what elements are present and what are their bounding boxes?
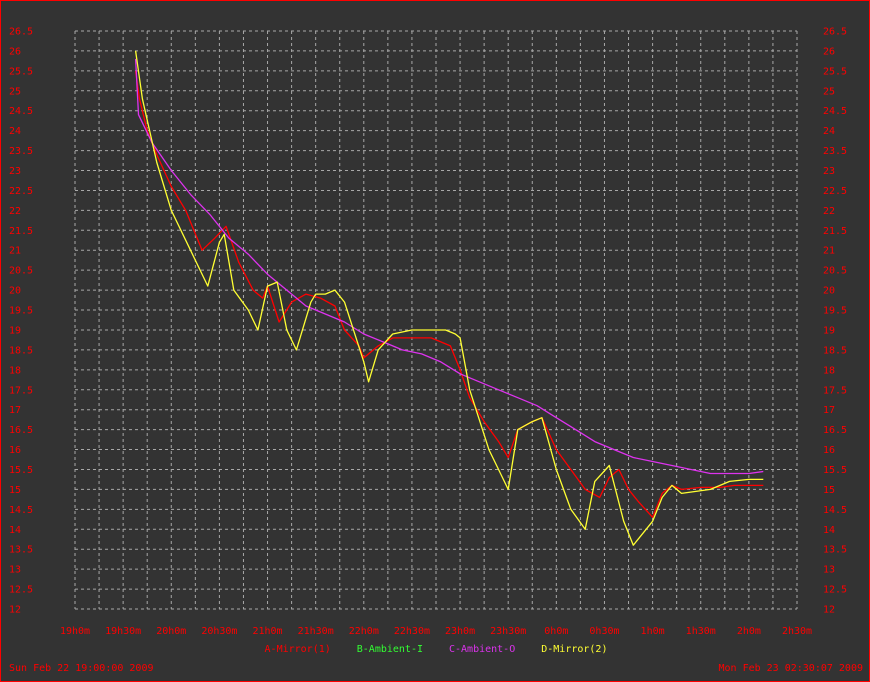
x-tick-label: 19h30m (105, 626, 141, 637)
legend: A-Mirror(1) B-Ambient-I C-Ambient-O D-Mirro… (1, 644, 869, 655)
y-tick-label-left: 22 (9, 206, 21, 217)
y-tick-label-left: 23.5 (9, 146, 33, 157)
y-tick-label-left: 21.5 (9, 226, 33, 237)
y-tick-label-right: 18 (823, 365, 835, 376)
y-tick-label-right: 12 (823, 605, 835, 616)
x-tick-label: 19h0m (60, 626, 90, 637)
x-tick-label: 22h0m (349, 626, 379, 637)
y-tick-label-left: 25.5 (9, 66, 33, 77)
y-tick-label-right: 13.5 (823, 545, 847, 556)
x-tick-label: 1h30m (686, 626, 716, 637)
x-tick-label: 21h30m (298, 626, 334, 637)
line-chart: 12 12 12.5 12.5 13 13 13.5 13.5 14 14 14.5 14.5 15 15… (9, 27, 847, 638)
legend-entry: B-Ambient-I (356, 644, 423, 655)
y-tick-label-right: 25.5 (823, 66, 847, 77)
y-tick-label-right: 18.5 (823, 345, 847, 356)
x-tick-label: 20h0m (156, 626, 186, 637)
y-tick-label-right: 26.5 (823, 27, 847, 38)
legend-entry: A-Mirror(1) (264, 644, 331, 655)
y-tick-label-right: 17.5 (823, 385, 847, 396)
x-tick-label: 23h30m (490, 626, 526, 637)
y-tick-label-right: 19 (823, 325, 835, 336)
y-tick-label-left: 17 (9, 405, 21, 416)
y-tick-label-right: 20 (823, 286, 835, 297)
y-tick-label-left: 24.5 (9, 106, 33, 117)
y-tick-label-right: 21 (823, 246, 835, 257)
legend-entry: D-Mirror(2) (541, 644, 608, 655)
y-tick-label-left: 12 (9, 605, 21, 616)
y-tick-label-left: 25 (9, 86, 21, 97)
x-tick-label: 21h0m (252, 626, 282, 637)
y-tick-label-right: 22.5 (823, 186, 847, 197)
x-tick-label: 1h0m (641, 626, 665, 637)
x-tick-label: 2h0m (737, 626, 761, 637)
x-tick-label: 20h30m (201, 626, 237, 637)
y-tick-label-left: 15.5 (9, 465, 33, 476)
y-tick-label-right: 16.5 (823, 425, 847, 436)
y-tick-label-right: 24.5 (823, 106, 847, 117)
y-tick-label-right: 20.5 (823, 266, 847, 277)
x-tick-label: 22h30m (394, 626, 430, 637)
x-tick-label: 0h30m (589, 626, 619, 637)
y-tick-label-right: 13 (823, 565, 835, 576)
y-tick-label-left: 20 (9, 286, 21, 297)
y-tick-label-right: 23 (823, 166, 835, 177)
chart-window: 12 12 12.5 12.5 13 13 13.5 13.5 14 14 14.5 14.5 15 15… (0, 0, 870, 682)
y-tick-label-left: 21 (9, 246, 21, 257)
y-tick-label-left: 19.5 (9, 306, 33, 317)
y-tick-label-right: 14.5 (823, 505, 847, 516)
end-timestamp: Mon Feb 23 02:30:07 2009 (718, 663, 864, 674)
y-tick-label-left: 14 (9, 525, 21, 536)
y-tick-label-left: 16.5 (9, 425, 33, 436)
y-tick-label-right: 16 (823, 445, 835, 456)
y-tick-label-left: 26.5 (9, 27, 33, 38)
y-tick-label-left: 16 (9, 445, 21, 456)
y-tick-label-right: 25 (823, 86, 835, 97)
y-tick-label-right: 15.5 (823, 465, 847, 476)
y-tick-label-right: 15 (823, 485, 835, 496)
y-tick-label-left: 18.5 (9, 345, 33, 356)
y-tick-label-right: 17 (823, 405, 835, 416)
y-tick-label-right: 26 (823, 46, 835, 57)
x-tick-label: 23h0m (445, 626, 475, 637)
y-tick-label-right: 12.5 (823, 585, 847, 596)
y-tick-label-left: 14.5 (9, 505, 33, 516)
y-tick-label-left: 17.5 (9, 385, 33, 396)
y-tick-label-right: 22 (823, 206, 835, 217)
series-line-a-mirror-1 (134, 70, 764, 518)
start-timestamp: Sun Feb 22 19:00:00 2009 (9, 663, 154, 674)
y-tick-label-left: 15 (9, 485, 21, 496)
legend-entry: C-Ambient-O (449, 644, 516, 655)
y-tick-label-right: 24 (823, 126, 835, 137)
y-tick-label-left: 20.5 (9, 266, 33, 277)
y-tick-label-left: 18 (9, 365, 21, 376)
y-tick-label-right: 23.5 (823, 146, 847, 157)
y-tick-label-left: 26 (9, 46, 21, 57)
y-tick-label-right: 19.5 (823, 306, 847, 317)
x-tick-label: 0h0m (544, 626, 568, 637)
y-tick-label-left: 13 (9, 565, 21, 576)
y-tick-label-left: 24 (9, 126, 21, 137)
y-tick-label-left: 13.5 (9, 545, 33, 556)
y-tick-label-left: 22.5 (9, 186, 33, 197)
x-tick-label: 2h30m (782, 626, 812, 637)
y-tick-label-left: 19 (9, 325, 21, 336)
y-tick-label-left: 12.5 (9, 585, 33, 596)
y-tick-label-left: 23 (9, 166, 21, 177)
y-tick-label-right: 21.5 (823, 226, 847, 237)
y-tick-label-right: 14 (823, 525, 835, 536)
series-line-d-mirror-2 (134, 50, 764, 546)
